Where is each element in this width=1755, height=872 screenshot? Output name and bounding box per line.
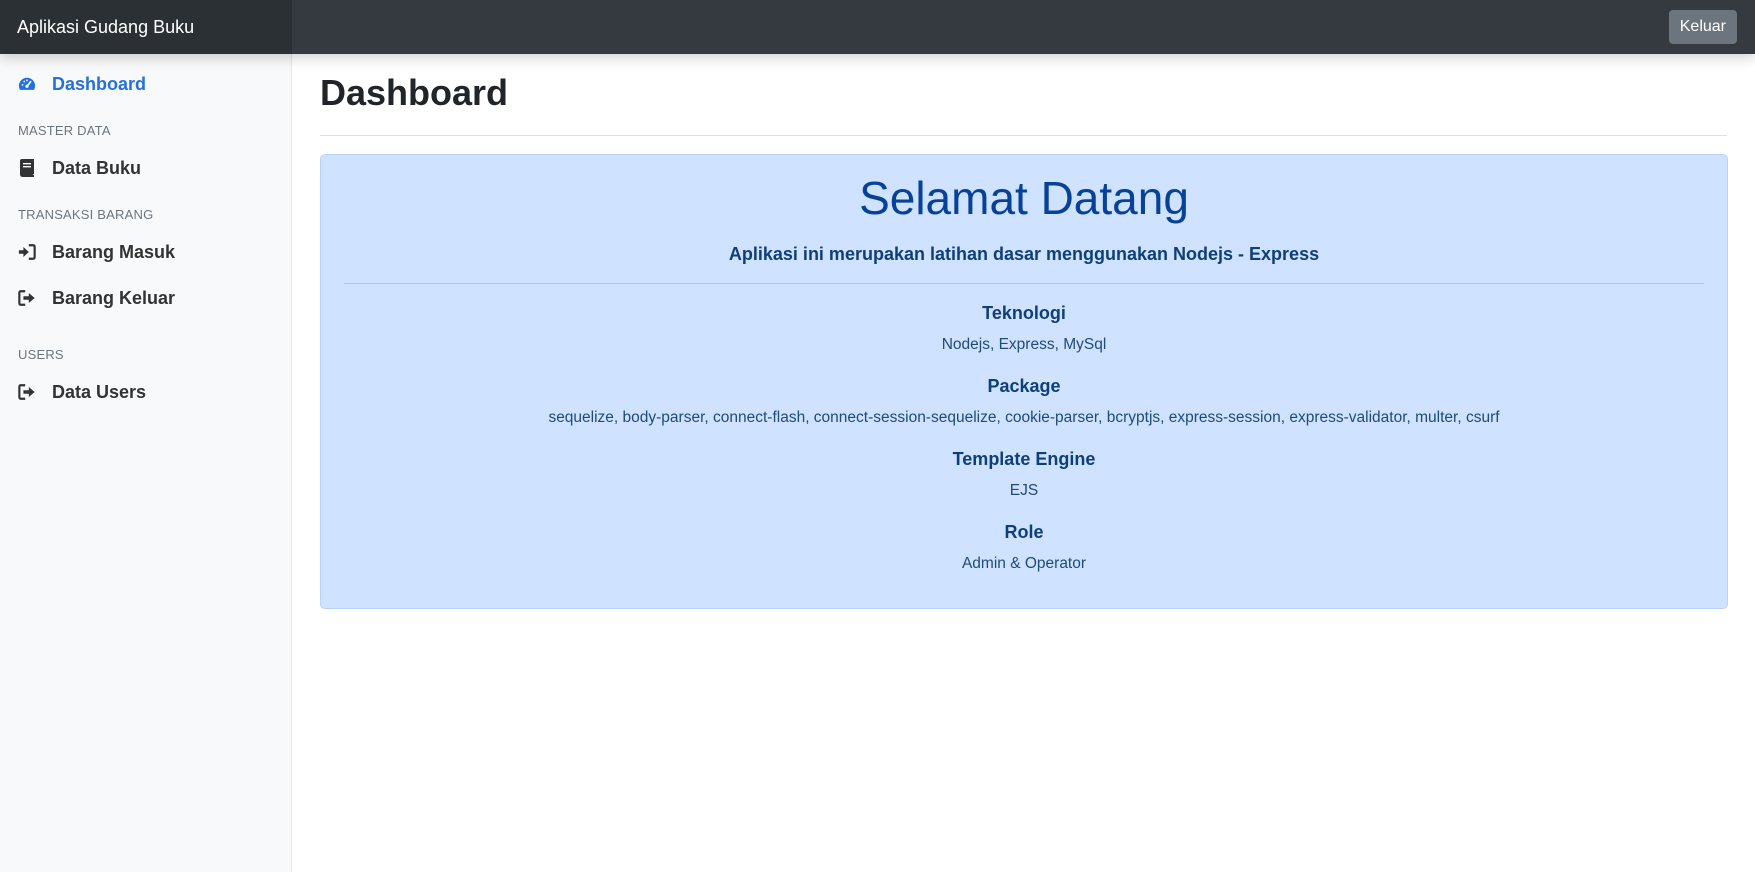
- section-value-teknologi: Nodejs, Express, MySql: [941, 336, 1107, 353]
- top-navbar: Aplikasi Gudang Buku Keluar: [0, 0, 1755, 54]
- section-value-role: Admin & Operator: [961, 555, 1087, 572]
- section-title-teknologi: Teknologi: [982, 303, 1066, 323]
- sidebar-item-label: Barang Keluar: [52, 287, 176, 308]
- title-divider: [320, 135, 1727, 136]
- sidebar-heading-users: USERS: [18, 347, 64, 362]
- sign-out-icon: [18, 383, 36, 401]
- section-title-role: Role: [1004, 522, 1044, 542]
- sidebar-item-barang-masuk[interactable]: Barang Masuk: [0, 232, 291, 272]
- page-title: Dashboard: [320, 72, 509, 113]
- section-value-template-engine: EJS: [1009, 482, 1039, 499]
- welcome-divider: [344, 283, 1704, 284]
- sidebar-heading-transaksi-barang: TRANSAKSI BARANG: [18, 207, 154, 222]
- main-content: Dashboard Selamat Datang Aplikasi ini me…: [292, 54, 1755, 872]
- section-title-package: Package: [987, 376, 1061, 396]
- section-title-template-engine: Template Engine: [952, 449, 1096, 469]
- book-icon: [18, 159, 36, 177]
- sidebar: Dashboard MASTER DATA Data Buku TRANSAKS…: [0, 54, 292, 872]
- sidebar-item-dashboard[interactable]: Dashboard: [0, 64, 291, 104]
- sign-in-icon: [18, 243, 36, 261]
- sidebar-item-barang-keluar[interactable]: Barang Keluar: [0, 278, 291, 318]
- sidebar-item-label: Data Buku: [52, 157, 142, 178]
- sidebar-item-data-users[interactable]: Data Users: [0, 372, 291, 412]
- welcome-alert: Selamat Datang Aplikasi ini merupakan la…: [320, 154, 1728, 609]
- sidebar-heading-master-data: MASTER DATA: [18, 123, 111, 138]
- welcome-heading: Selamat Datang: [859, 172, 1189, 224]
- sidebar-item-label: Barang Masuk: [52, 241, 176, 262]
- sign-out-icon: [18, 289, 36, 307]
- sidebar-item-label: Dashboard: [52, 73, 147, 94]
- tachometer-icon: [18, 75, 36, 93]
- sidebar-item-label: Data Users: [52, 381, 147, 402]
- logout-button[interactable]: Keluar: [1668, 10, 1737, 44]
- app-brand[interactable]: Aplikasi Gudang Buku: [0, 0, 292, 54]
- welcome-lead: Aplikasi ini merupakan latihan dasar men…: [728, 244, 1320, 264]
- sidebar-item-data-buku[interactable]: Data Buku: [0, 148, 291, 188]
- section-value-package: sequelize, body-parser, connect-flash, c…: [548, 409, 1500, 426]
